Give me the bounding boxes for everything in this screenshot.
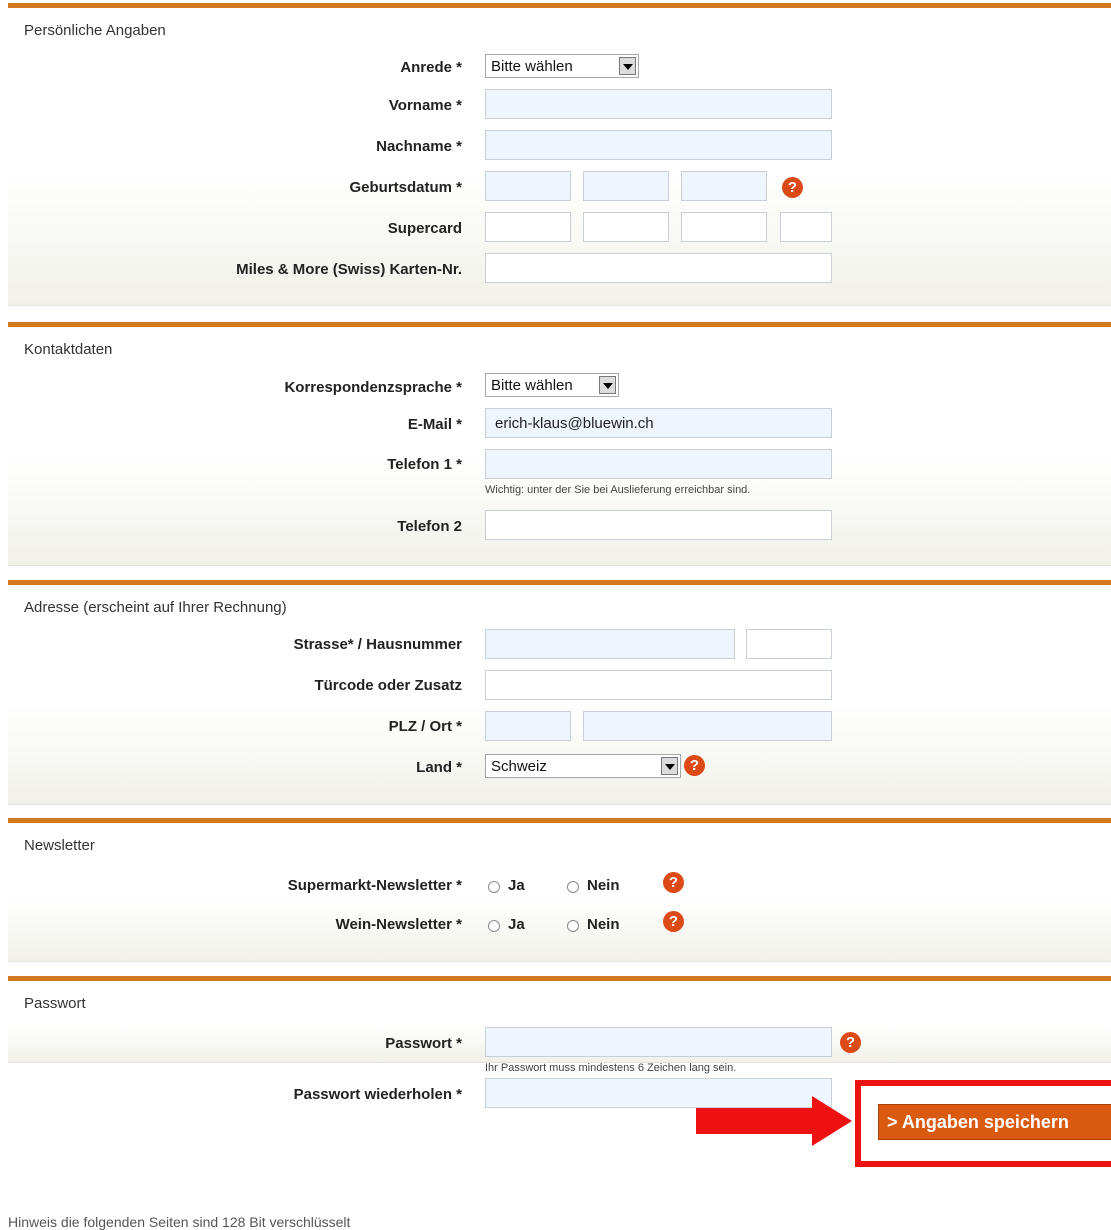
label-miles: Miles & More (Swiss) Karten-Nr.	[236, 261, 462, 278]
supermarket-newsletter-yes-radio[interactable]	[488, 881, 500, 893]
wine-newsletter-yes-label[interactable]: Ja	[508, 916, 525, 933]
label-lastname: Nachname *	[376, 138, 462, 155]
birthdate-day-input[interactable]	[485, 171, 571, 201]
supercard-input-4[interactable]	[780, 212, 832, 242]
label-firstname: Vorname *	[388, 97, 462, 114]
password-help-icon[interactable]: ?	[840, 1032, 861, 1053]
section-title-password: Passwort	[24, 995, 86, 1012]
email-input[interactable]: erich-klaus@bluewin.ch	[485, 408, 832, 438]
label-street: Strasse* / Hausnummer	[293, 636, 462, 653]
label-birthdate: Geburtsdatum *	[349, 179, 462, 196]
label-zip: PLZ / Ort *	[388, 718, 462, 735]
house-number-input[interactable]	[746, 629, 832, 659]
encryption-note: Hinweis die folgenden Seiten sind 128 Bi…	[8, 1214, 351, 1230]
supercard-input-3[interactable]	[681, 212, 767, 242]
city-input[interactable]	[583, 711, 832, 741]
birthdate-month-input[interactable]	[583, 171, 669, 201]
wine-newsletter-help-icon[interactable]: ?	[663, 911, 684, 932]
miles-input[interactable]	[485, 253, 832, 283]
chevron-down-icon[interactable]	[619, 57, 636, 75]
chevron-down-icon[interactable]	[661, 757, 678, 775]
extra-input[interactable]	[485, 670, 832, 700]
label-salutation: Anrede *	[400, 59, 462, 76]
phone1-input[interactable]	[485, 449, 832, 479]
wine-newsletter-no-radio[interactable]	[567, 920, 579, 932]
password-hint: Ihr Passwort muss mindestens 6 Zeichen l…	[485, 1062, 737, 1074]
label-country: Land *	[416, 759, 462, 776]
label-wine-newsletter: Wein-Newsletter *	[335, 916, 462, 933]
supermarket-newsletter-no-label[interactable]: Nein	[587, 877, 620, 894]
section-newsletter: Newsletter	[8, 818, 1111, 962]
wine-newsletter-no-label[interactable]: Nein	[587, 916, 620, 933]
supermarket-newsletter-yes-label[interactable]: Ja	[508, 877, 525, 894]
street-input[interactable]	[485, 629, 735, 659]
country-help-icon[interactable]: ?	[684, 755, 705, 776]
country-select-value: Schweiz	[491, 758, 547, 775]
annotation-arrow-shaft	[696, 1108, 814, 1134]
password-repeat-input[interactable]	[485, 1078, 832, 1108]
save-button[interactable]: > Angaben speichern	[878, 1104, 1111, 1140]
password-input[interactable]	[485, 1027, 832, 1057]
language-select[interactable]: Bitte wählen	[485, 373, 619, 397]
email-input-value: erich-klaus@bluewin.ch	[495, 415, 654, 432]
zip-input[interactable]	[485, 711, 571, 741]
birthdate-help-icon[interactable]: ?	[782, 177, 803, 198]
red-arrow-right-icon	[812, 1096, 852, 1146]
firstname-input[interactable]	[485, 89, 832, 119]
phone1-hint: Wichtig: unter der Sie bei Auslieferung …	[485, 484, 751, 496]
section-title-contact: Kontaktdaten	[24, 341, 113, 358]
supermarket-newsletter-help-icon[interactable]: ?	[663, 872, 684, 893]
phone2-input[interactable]	[485, 510, 832, 540]
label-password: Passwort *	[385, 1035, 462, 1052]
save-button-label: > Angaben speichern	[887, 1112, 1069, 1132]
section-title-address: Adresse (erscheint auf Ihrer Rechnung)	[24, 599, 287, 616]
salutation-select[interactable]: Bitte wählen	[485, 54, 639, 78]
country-select[interactable]: Schweiz	[485, 754, 681, 778]
supermarket-newsletter-no-radio[interactable]	[567, 881, 579, 893]
label-password-repeat: Passwort wiederholen *	[293, 1086, 462, 1103]
wine-newsletter-yes-radio[interactable]	[488, 920, 500, 932]
birthdate-year-input[interactable]	[681, 171, 767, 201]
section-title-personal: Persönliche Angaben	[24, 22, 166, 39]
language-select-value: Bitte wählen	[491, 377, 573, 394]
label-phone1: Telefon 1 *	[387, 456, 462, 473]
label-extra: Türcode oder Zusatz	[314, 677, 462, 694]
label-language: Korrespondenzsprache *	[284, 379, 462, 396]
label-phone2: Telefon 2	[397, 518, 462, 535]
salutation-select-value: Bitte wählen	[491, 58, 573, 75]
label-email: E-Mail *	[407, 416, 462, 433]
label-supermarket-newsletter: Supermarkt-Newsletter *	[287, 877, 462, 894]
supercard-input-1[interactable]	[485, 212, 571, 242]
chevron-down-icon[interactable]	[599, 376, 616, 394]
supercard-input-2[interactable]	[583, 212, 669, 242]
section-title-newsletter: Newsletter	[24, 837, 95, 854]
lastname-input[interactable]	[485, 130, 832, 160]
label-supercard: Supercard	[387, 220, 462, 237]
